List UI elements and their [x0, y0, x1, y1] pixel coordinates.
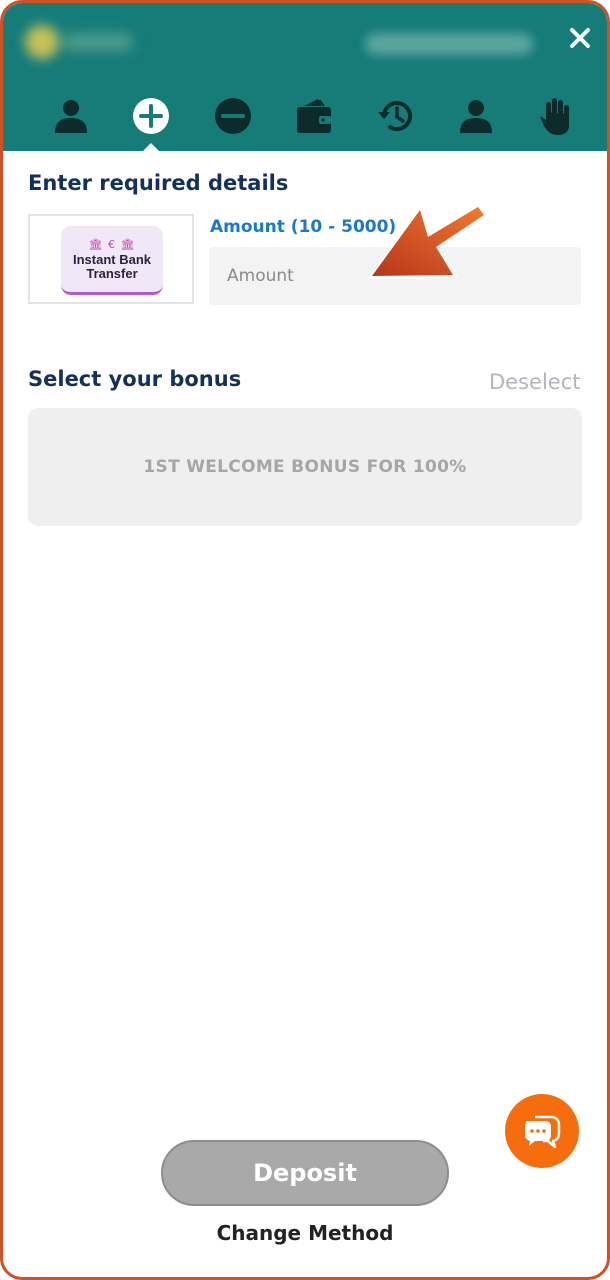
bank-icon: 🏛: [88, 237, 104, 251]
withdraw-minus-icon: [215, 98, 251, 134]
nav-account[interactable]: [453, 93, 499, 139]
deposit-modal: Enter required details 🏛 € 🏛 Instant Ban…: [0, 0, 610, 1280]
chat-button[interactable]: [505, 1094, 579, 1168]
payment-method-card[interactable]: 🏛 € 🏛 Instant Bank Transfer: [28, 214, 194, 304]
account-balance: [365, 33, 533, 55]
bonus-title: Select your bonus: [28, 367, 242, 391]
chat-icon: [525, 1115, 561, 1149]
nav-profile[interactable]: [48, 93, 94, 139]
header: [3, 3, 607, 151]
change-method-link[interactable]: Change Method: [3, 1221, 607, 1245]
nav-wallet[interactable]: [291, 93, 337, 139]
active-tab-caret: [143, 143, 159, 151]
euro-symbol: €: [108, 237, 116, 251]
close-button[interactable]: [563, 21, 597, 55]
account-icon: [460, 100, 492, 133]
pointer-arrow: [368, 203, 487, 279]
method-logo-line2: Transfer: [86, 265, 138, 281]
wallet-icon: [297, 99, 331, 133]
profile-icon: [55, 100, 87, 133]
close-icon: [570, 28, 590, 48]
bank-icon: 🏛: [120, 237, 136, 251]
history-icon: [378, 101, 412, 131]
instant-bank-transfer-logo: 🏛 € 🏛 Instant Bank Transfer: [61, 226, 163, 295]
bonus-option[interactable]: 1ST WELCOME BONUS FOR 100%: [28, 408, 582, 526]
account-nav: [3, 91, 607, 151]
method-logo-line1: Instant Bank: [72, 251, 151, 267]
brand-logo: [19, 21, 137, 63]
deposit-plus-icon: [133, 98, 169, 134]
nav-responsible-gaming[interactable]: [533, 93, 579, 139]
nav-history[interactable]: [373, 93, 419, 139]
nav-withdraw[interactable]: [210, 93, 256, 139]
nav-deposit[interactable]: [128, 93, 174, 139]
deposit-button[interactable]: Deposit: [161, 1140, 449, 1206]
responsible-gaming-hand-icon: [540, 98, 569, 135]
details-title: Enter required details: [28, 171, 289, 195]
deselect-link[interactable]: Deselect: [489, 370, 581, 394]
bonus-option-label: 1ST WELCOME BONUS FOR 100%: [143, 457, 467, 477]
